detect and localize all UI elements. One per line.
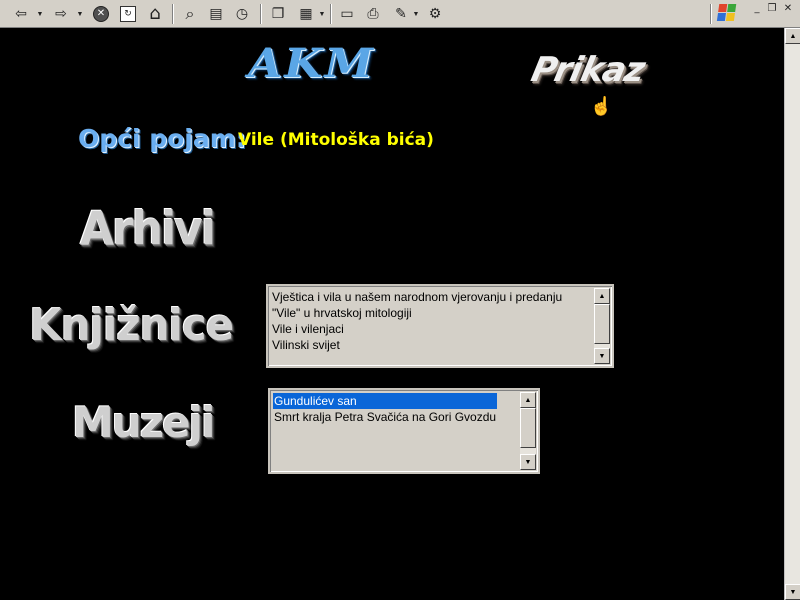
opci-pojam-value: Vile (Mitološka bića) [238,130,434,150]
list-item[interactable]: Vještica i vila u našem narodnom vjerova… [271,289,563,305]
search-button[interactable]: ⌕ [179,3,201,25]
window-icon: ▭ [340,6,354,22]
scroll-up-button[interactable]: ▲ [785,28,800,44]
edit-dropdown-icon[interactable]: ▼ [412,3,420,25]
minimize-button[interactable]: _ [750,2,764,14]
list-item[interactable]: Vile i vilenjaci [271,321,563,337]
forward-arrow-icon: ⇨ [55,6,67,22]
toolbar-separator [260,4,262,24]
scroll-down-button[interactable]: ▼ [594,348,610,364]
windows-logo-icon [716,4,738,22]
restore-button[interactable]: ❐ [765,2,779,14]
back-arrow-icon: ⇦ [15,6,27,22]
knjiznice-scrollbar[interactable]: ▲ ▼ [594,288,610,364]
refresh-button[interactable]: ↻ [117,3,139,25]
prikaz-link[interactable]: Prikaz [528,50,648,90]
favorites-button[interactable]: ▤ [205,3,227,25]
format-button[interactable]: ▦ [295,3,317,25]
forward-dropdown-icon[interactable]: ▼ [76,3,84,25]
stop-icon: ✕ [93,6,109,22]
back-dropdown-icon[interactable]: ▼ [36,3,44,25]
search-icon: ⌕ [185,4,195,23]
history-icon: ◷ [235,6,249,22]
browser-toolbar: ⇦ ▼ ⇨ ▼ ✕ ↻ ⌂ ⌕ ▤ ◷ ❐ ▦ ▼ ▭ ⎙ ✎ ▼ ⚙ _ ❐ … [0,0,800,28]
close-button[interactable]: ✕ [781,2,795,14]
scroll-thumb[interactable] [520,408,536,448]
list-item[interactable]: Vilinski svijet [271,337,563,353]
list-item[interactable]: Smrt kralja Petra Svačića na Gori Gvozdu [273,409,497,425]
arhivi-heading: Arhivi [80,202,216,257]
edit-button[interactable]: ✎ [390,3,412,25]
print-button[interactable]: ⎙ [362,3,384,25]
home-icon: ⌂ [149,3,161,24]
scroll-down-button[interactable]: ▼ [785,584,800,600]
tools-button[interactable]: ⚙ [424,3,446,25]
scroll-thumb[interactable] [594,304,610,344]
tools-icon: ⚙ [428,6,442,22]
print-icon: ⎙ [367,6,379,22]
forward-button[interactable]: ⇨ [50,3,72,25]
window-button[interactable]: ▭ [336,3,358,25]
hand-pointer-icon: ☝ [590,96,613,116]
scroll-up-button[interactable]: ▲ [594,288,610,304]
list-item-selected[interactable]: Gundulićev san [273,393,498,409]
toolbar-separator [172,4,174,24]
muzeji-listbox[interactable]: Gundulićev san Smrt kralja Petra Svačića… [268,388,540,474]
scroll-down-button[interactable]: ▼ [520,454,536,470]
knjiznice-heading: Knjižnice [29,300,234,351]
knjiznice-items: Vještica i vila u našem narodnom vjerova… [271,289,563,353]
edit-icon: ✎ [395,6,407,22]
toolbar-separator [710,4,712,24]
scroll-up-button[interactable]: ▲ [520,392,536,408]
muzeji-heading: Muzeji [72,398,215,447]
page-scrollbar[interactable]: ▲ ▼ [784,28,800,600]
format-dropdown-icon[interactable]: ▼ [318,3,326,25]
favorites-folder-icon: ▤ [209,6,223,22]
akm-logo: AKM [248,40,376,87]
muzeji-scrollbar[interactable]: ▲ ▼ [520,392,536,470]
back-button[interactable]: ⇦ [10,3,32,25]
history-button[interactable]: ◷ [231,3,253,25]
copy-button[interactable]: ❐ [267,3,289,25]
muzeji-items: Gundulićev san Smrt kralja Petra Svačića… [273,393,498,425]
copy-icon: ❐ [271,6,285,22]
list-item[interactable]: "Vile" u hrvatskoj mitologiji [271,305,563,321]
toolbar-separator [330,4,332,24]
format-icon: ▦ [299,6,313,22]
opci-pojam-label: Opći pojam: [78,124,246,153]
stop-button[interactable]: ✕ [90,3,112,25]
refresh-icon: ↻ [120,6,136,22]
home-button[interactable]: ⌂ [143,3,167,25]
knjiznice-listbox[interactable]: Vještica i vila u našem narodnom vjerova… [266,284,614,368]
